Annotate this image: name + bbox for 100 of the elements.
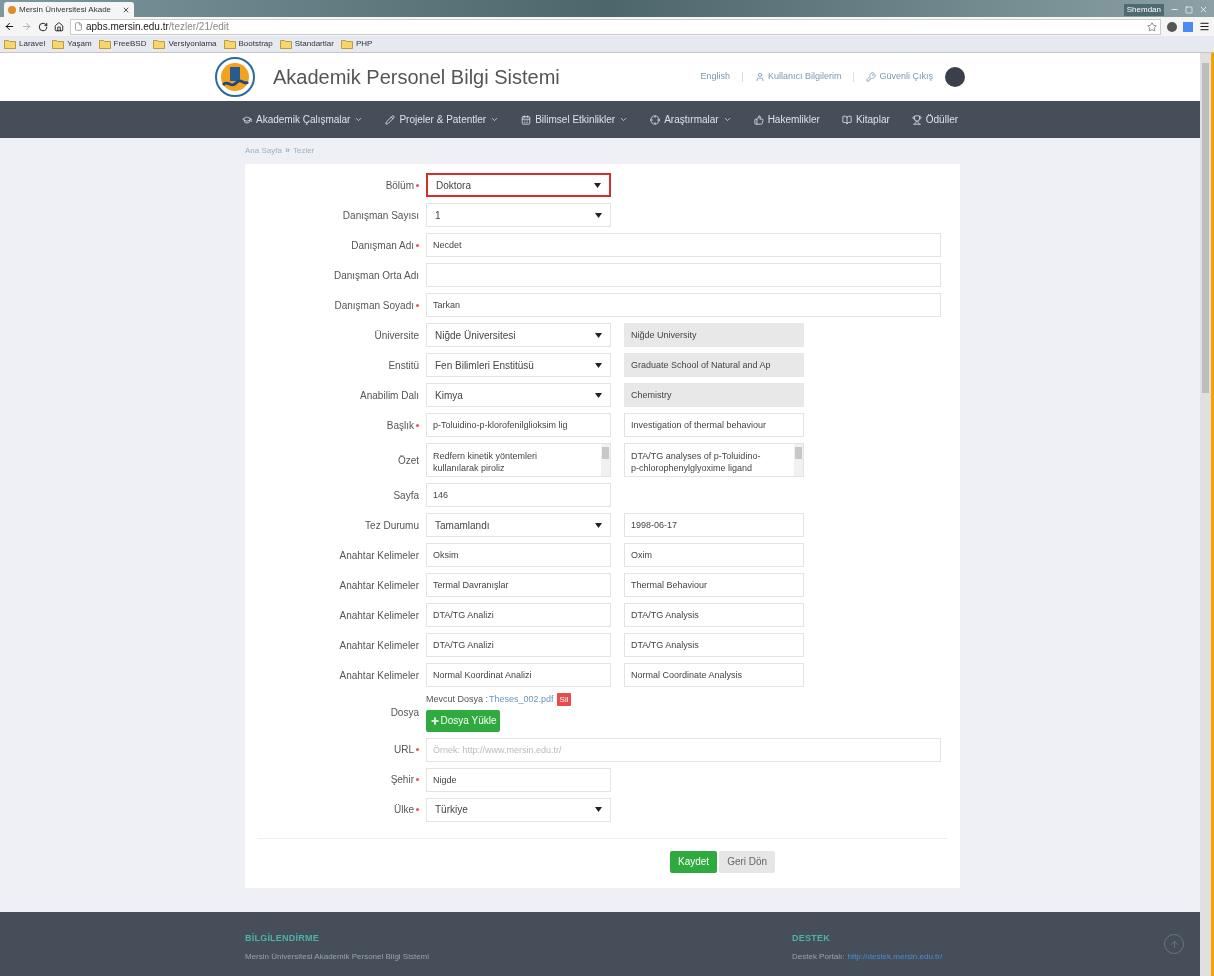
nav-item[interactable]: Araştırmalar [650, 112, 732, 127]
home-icon[interactable] [54, 21, 64, 32]
textarea-field[interactable]: DTA/TG analyses of p-Toluidino- p-chlorophenylglyoxime ligand [624, 443, 804, 477]
close-icon[interactable] [122, 5, 130, 14]
url-host: apbs.mersin.edu.tr [86, 20, 169, 34]
required-mark [416, 243, 419, 247]
field-label: Sayfa [393, 488, 419, 503]
field-label: Tez Durumu [365, 518, 419, 533]
nav-item[interactable]: Bilimsel Etkinlikler [521, 112, 629, 127]
input-field[interactable]: 1998-06-17 [624, 513, 804, 537]
select-field[interactable]: Fen Bilimleri Enstitüsü [426, 353, 611, 377]
favicon-icon [8, 5, 16, 14]
input-field[interactable]: Necdet [426, 233, 941, 257]
back-button[interactable]: Geri Dön [719, 850, 776, 873]
input-field[interactable]: 146 [426, 483, 611, 507]
field-label: Danışman Orta Adı [333, 268, 419, 283]
input-field[interactable]: Normal Koordinat Analizi [426, 663, 611, 687]
folder-icon [98, 39, 111, 49]
site-title: Akademik Personel Bilgi Sistemi [273, 65, 560, 90]
field-label: Üniversite [374, 328, 419, 343]
textarea-line: p-chlorophenylglyoxime ligand [631, 462, 754, 474]
input-field[interactable]: Oxim [624, 543, 804, 567]
nav-item[interactable]: Hakemlikler [753, 112, 820, 127]
field-label: Anahtar Kelimeler [339, 608, 419, 623]
input-field[interactable]: DTA/TG Analizi [426, 603, 611, 627]
required-mark [416, 423, 419, 427]
folder-icon [279, 39, 292, 49]
field-label: Bölüm [385, 178, 414, 193]
graduation-cap-icon [241, 114, 252, 125]
select-field[interactable]: Niğde Üniversitesi [426, 323, 611, 347]
current-file-label: Mevcut Dosya : [426, 693, 489, 706]
reload-icon[interactable] [38, 21, 48, 32]
chevron-down-icon [490, 115, 500, 124]
nav-item[interactable]: Ödüller [911, 112, 959, 127]
required-mark [416, 303, 419, 307]
caret-icon [594, 182, 601, 188]
caret-icon [595, 332, 602, 338]
input-field[interactable]: Nigde [426, 767, 611, 792]
footer-text: Mersin Üniversitesi Akademik Personel Bilgi Sistemi [245, 950, 431, 963]
textarea-field[interactable]: Redfern kinetik yöntemleri kullanılarak piroliz [426, 443, 611, 477]
input-field[interactable]: DTA/TG Analysis [624, 603, 804, 627]
bookmark-link[interactable]: PHP [355, 38, 373, 50]
footer-heading: BİLGİLENDİRME [245, 932, 320, 945]
input-field[interactable]: Örnek: http://www.mersin.edu.tr/ [426, 737, 941, 762]
field-label: Şehir [390, 773, 414, 787]
key-icon [866, 72, 877, 82]
avatar-icon[interactable] [945, 67, 965, 87]
select-field[interactable]: Kimya [426, 383, 611, 407]
input-field[interactable]: Oksim [426, 543, 611, 567]
required-mark [416, 778, 419, 781]
chevron-down-icon [619, 115, 629, 124]
input-field[interactable] [426, 263, 941, 287]
input-field[interactable]: Investigation of thermal behaviour [624, 413, 804, 437]
select-field[interactable]: Türkiye [426, 797, 611, 822]
back-icon[interactable] [4, 21, 15, 32]
address-bar[interactable]: apbs.mersin.edu.tr/tezler/21/edit [70, 18, 1161, 35]
field-label: Özet [397, 453, 419, 468]
folder-icon [340, 39, 353, 49]
star-icon[interactable] [1147, 21, 1157, 32]
bookmark-link[interactable]: Standartlar [294, 38, 334, 50]
field-label: Anahtar Kelimeler [339, 578, 419, 593]
caret-icon [595, 392, 602, 398]
required-mark [416, 748, 419, 751]
select-field[interactable]: Tamamlandı [426, 513, 611, 537]
input-field[interactable]: DTA/TG Analysis [624, 633, 804, 657]
forward-icon[interactable] [21, 21, 32, 32]
textarea-line: kullanılarak piroliz [433, 462, 506, 474]
required-mark [416, 183, 419, 187]
delete-button[interactable]: Sil [556, 693, 572, 707]
caret-icon [595, 362, 602, 368]
input-field[interactable]: Tarkan [426, 293, 941, 317]
bookmark-link[interactable]: Versiyonlama [168, 38, 217, 50]
breadcrumb-separator: » [284, 144, 290, 158]
browser-tab[interactable]: Mersin Üniversitesi Akade [4, 2, 134, 17]
select-field[interactable]: Doktora [426, 173, 611, 197]
bookmark-link[interactable]: Yaşam [67, 38, 92, 50]
select-field[interactable]: 1 [426, 203, 611, 227]
textarea-line: Redfern kinetik yöntemleri [433, 450, 539, 462]
tab-title: Mersin Üniversitesi Akade [19, 3, 112, 16]
menu-icon[interactable] [1199, 21, 1210, 32]
caret-icon [595, 807, 602, 812]
input-field[interactable]: Termal Davranışlar [426, 573, 611, 597]
folder-icon [4, 39, 16, 49]
input-field[interactable]: Thermal Behaviour [624, 573, 804, 597]
bookmark-link[interactable]: FreeBSD [113, 38, 147, 50]
folder-icon [52, 39, 65, 49]
bookmark-link[interactable]: Bootstrap [238, 38, 273, 50]
field-label: Anahtar Kelimeler [339, 638, 419, 653]
input-field[interactable]: p-Toluidino-p-klorofenilglioksim lig [426, 413, 611, 437]
field-label: Anabilim Dalı [360, 388, 419, 403]
nav-item[interactable]: Projeler & Patentler [385, 112, 500, 127]
nav-item[interactable]: Kitaplar [841, 112, 890, 127]
scrollbar-icon [794, 444, 803, 476]
maximize-icon[interactable] [1185, 5, 1193, 14]
bookmark-link[interactable]: Laravel [19, 38, 46, 50]
input-field[interactable]: DTA/TG Analizi [426, 633, 611, 657]
textarea-line: DTA/TG analyses of p-Toluidino- [631, 450, 762, 462]
input-field[interactable]: Normal Coordinate Analysis [624, 663, 804, 687]
profile-name[interactable]: Shemdan [1123, 3, 1164, 16]
nav-item[interactable]: Akademik Çalışmalar [241, 112, 364, 127]
